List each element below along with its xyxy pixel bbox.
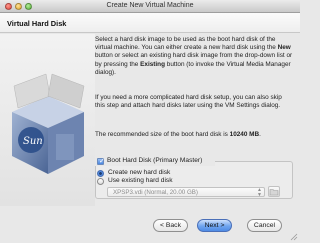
folder-icon bbox=[269, 189, 279, 196]
create-new-disk-radio[interactable] bbox=[97, 170, 104, 177]
existing-disk-select[interactable]: XPSP3.vdi (Normal, 20.00 GB) ▲ ▼ bbox=[107, 187, 265, 197]
choose-existing-disk-button[interactable] bbox=[268, 186, 280, 197]
page-title: Virtual Hard Disk bbox=[7, 19, 67, 28]
next-button[interactable]: Next > bbox=[197, 219, 232, 232]
boot-disk-checkbox[interactable]: ✓ Boot Hard Disk (Primary Master) bbox=[95, 157, 215, 166]
boot-disk-label: Boot Hard Disk (Primary Master) bbox=[107, 157, 203, 164]
use-existing-disk-radio[interactable] bbox=[97, 178, 104, 185]
cancel-button[interactable]: Cancel bbox=[247, 219, 282, 232]
existing-disk-select-value: XPSP3.vdi (Normal, 20.00 GB) bbox=[113, 189, 198, 196]
checkmark-icon: ✓ bbox=[99, 158, 105, 165]
new-keyword: New bbox=[277, 44, 291, 52]
logo-mark: Sun bbox=[23, 136, 43, 147]
intro-text: Select a hard disk image to be used as t… bbox=[95, 36, 293, 76]
wizard-illustration: Sun bbox=[0, 34, 95, 206]
checkbox-control[interactable]: ✓ bbox=[97, 158, 105, 165]
use-existing-disk-label[interactable]: Use existing hard disk bbox=[108, 177, 173, 184]
complex-setup-text: If you need a more complicated hard disk… bbox=[95, 94, 282, 110]
create-new-disk-label[interactable]: Create new hard disk bbox=[108, 169, 170, 176]
select-arrows-icon: ▲ ▼ bbox=[257, 187, 262, 198]
wizard-header: Virtual Hard Disk bbox=[0, 13, 300, 33]
back-button[interactable]: < Back bbox=[153, 219, 188, 232]
title-bar: Create New Virtual Machine bbox=[0, 0, 300, 13]
resize-grip-icon[interactable] bbox=[290, 233, 298, 241]
existing-keyword: Existing bbox=[140, 60, 165, 68]
window-title: Create New Virtual Machine bbox=[106, 2, 194, 9]
recommended-size-text: The recommended size of the boot hard di… bbox=[95, 131, 261, 138]
recommended-size-value: 10240 MB bbox=[229, 131, 260, 138]
